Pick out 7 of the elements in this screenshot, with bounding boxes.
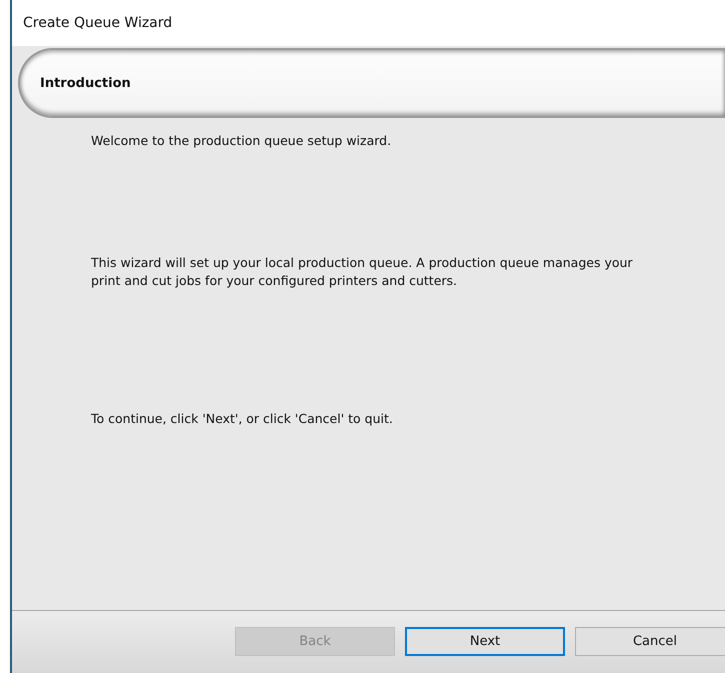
instruction-text: Welcome to the production queue setup wizard.	[91, 132, 392, 150]
dialog-button[interactable]: Next	[405, 626, 565, 656]
dialog-button[interactable]: Cancel	[575, 626, 725, 656]
window-title: Create Queue Wizard	[23, 15, 172, 31]
instruction-text: To continue, click 'Next', or click 'Cancel' to quit.	[91, 410, 394, 428]
instruction-text: This wizard will set up your local production queue. A production queue manages your print and cut jobs for your configured printers and cutters.	[91, 254, 634, 290]
page-title: Introduction	[40, 76, 131, 90]
